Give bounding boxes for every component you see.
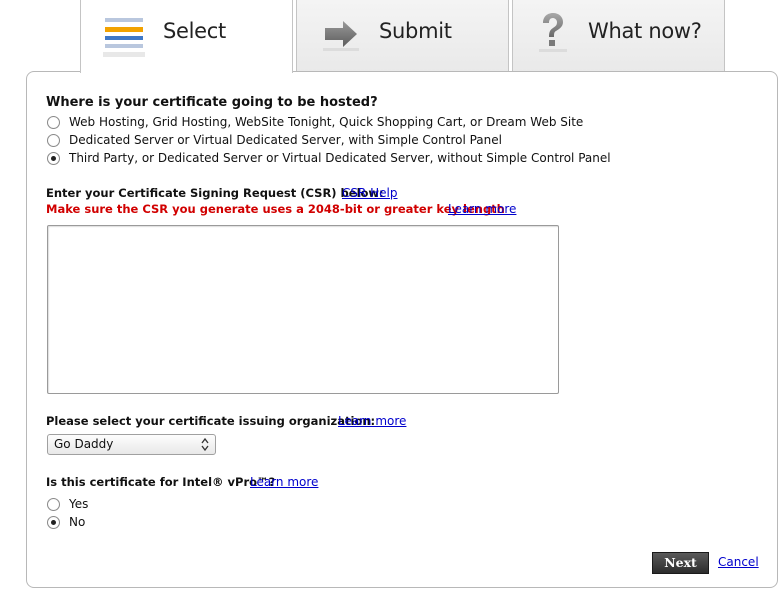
hosting-question: Where is your certificate going to be ho… — [46, 95, 378, 110]
csr-textarea[interactable] — [47, 225, 559, 394]
hosting-option-third-party[interactable]: Third Party, or Dedicated Server or Virt… — [47, 150, 611, 166]
hosting-option-web-hosting[interactable]: Web Hosting, Grid Hosting, WebSite Tonig… — [47, 114, 583, 130]
vpro-option-yes[interactable]: Yes — [47, 496, 88, 512]
issuer-select[interactable]: Go Daddy — [47, 434, 216, 455]
vpro-radio-yes[interactable] — [47, 497, 60, 511]
vpro-option-label: No — [69, 515, 86, 529]
vpro-question: Is this certificate for Intel® vPro™? — [46, 475, 276, 489]
hosting-option-label: Third Party, or Dedicated Server or Virt… — [69, 151, 611, 165]
cancel-link[interactable]: Cancel — [718, 555, 759, 569]
csr-learn-more-link[interactable]: Learn more — [448, 202, 516, 216]
vpro-radio-no[interactable] — [47, 515, 60, 529]
hosting-option-label: Dedicated Server or Virtual Dedicated Se… — [69, 133, 502, 147]
hosting-option-label: Web Hosting, Grid Hosting, WebSite Tonig… — [69, 115, 584, 129]
issuer-label: Please select your certificate issuing o… — [46, 414, 376, 428]
vpro-option-label: Yes — [69, 497, 89, 511]
hosting-radio-third-party[interactable] — [47, 151, 60, 165]
hosting-option-dedicated-scp[interactable]: Dedicated Server or Virtual Dedicated Se… — [47, 132, 502, 148]
vpro-learn-more-link[interactable]: Learn more — [250, 475, 318, 489]
hosting-radio-web-hosting[interactable] — [47, 115, 60, 129]
csr-key-length-warning: Make sure the CSR you generate uses a 20… — [46, 202, 505, 216]
updown-chevron-icon — [201, 436, 209, 452]
hosting-radio-dedicated-scp[interactable] — [47, 133, 60, 147]
vpro-option-no[interactable]: No — [47, 514, 85, 530]
issuer-learn-more-link[interactable]: Learn more — [338, 414, 406, 428]
issuer-selected-value: Go Daddy — [54, 437, 114, 451]
next-button[interactable]: Next — [652, 552, 709, 574]
csr-label: Enter your Certificate Signing Request (… — [46, 186, 384, 200]
csr-help-link[interactable]: CSR Help — [342, 186, 398, 200]
